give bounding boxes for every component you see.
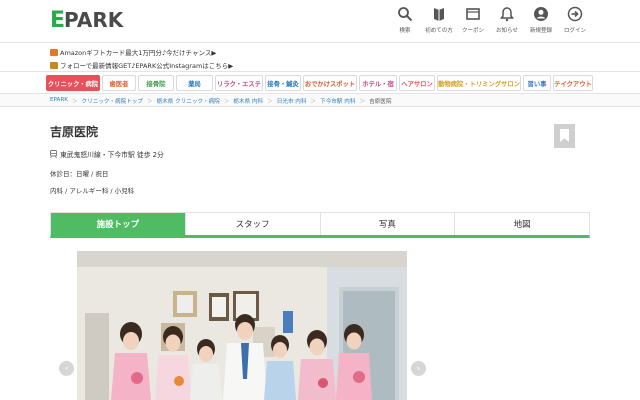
photo-carousel[interactable] bbox=[77, 251, 407, 400]
tab-map-label: 地図 bbox=[513, 220, 531, 230]
promo-banner: Amazonギフトカード最大1万円分♪今だけチャンス▶ フォローで最新情報GET… bbox=[0, 42, 640, 72]
breadcrumb-epark[interactable]: EPARK bbox=[50, 97, 68, 105]
breadcrumb-city-internal[interactable]: 日光市 内科 bbox=[277, 97, 307, 105]
breadcrumb-station-internal[interactable]: 下今市駅 内科 bbox=[320, 97, 355, 105]
nav-news[interactable]: お知らせ bbox=[490, 6, 524, 34]
breadcrumb-separator: ＞ bbox=[359, 99, 366, 105]
category-takeout-label: テイクアウト bbox=[554, 80, 592, 88]
page: E PARK 検索 初めての方 クーポン お知らせ 新規登録 ログイン Amaz… bbox=[0, 0, 640, 400]
category-acupuncture[interactable]: 接骨・鍼灸 bbox=[265, 75, 301, 91]
promo-instagram[interactable]: フォローで最新情報GET♪EPARK公式Instagramはこちら▶ bbox=[50, 60, 233, 70]
nav-search[interactable]: 検索 bbox=[388, 6, 422, 34]
nav-register[interactable]: 新規登録 bbox=[524, 6, 558, 34]
logo-e: E bbox=[50, 7, 65, 33]
breadcrumb-separator: ＞ bbox=[223, 99, 230, 105]
tab-staff[interactable]: スタッフ bbox=[185, 213, 321, 235]
tab-photos-label: 写真 bbox=[378, 220, 396, 230]
category-lessons[interactable]: 習い事 bbox=[523, 75, 551, 91]
user-icon bbox=[534, 7, 548, 21]
staff-photo bbox=[77, 251, 407, 400]
category-relax-label: リラク・エステ bbox=[217, 80, 261, 88]
nav-coupon[interactable]: クーポン bbox=[456, 6, 490, 34]
book-icon bbox=[434, 8, 444, 21]
access-info: 東武鬼怒川線・下今市駅 徒歩 2分 bbox=[50, 149, 164, 159]
closed-days: 休診日：日曜 / 祝日 bbox=[50, 170, 109, 178]
breadcrumb-clinic-top[interactable]: クリニック・病院トップ bbox=[82, 97, 143, 105]
login-icon bbox=[567, 6, 583, 22]
category-hotel-label: ホテル・宿 bbox=[362, 80, 394, 88]
chevron-left-icon: ‹ bbox=[64, 363, 69, 374]
category-dental-label: 歯医者 bbox=[109, 80, 129, 88]
tab-staff-label: スタッフ bbox=[235, 220, 270, 230]
access-text: 東武鬼怒川線・下今市駅 徒歩 2分 bbox=[60, 151, 164, 159]
nav-first-time-label: 初めての方 bbox=[425, 28, 453, 34]
category-pharmacy-label: 薬局 bbox=[188, 80, 201, 88]
carousel-next-button[interactable]: › bbox=[411, 361, 426, 376]
category-outing[interactable]: おでかけスポット bbox=[303, 75, 357, 91]
breadcrumb-separator: ＞ bbox=[267, 99, 273, 105]
nav-login-label: ログイン bbox=[563, 28, 586, 34]
tab-bar: 施設トップ スタッフ 写真 地図 bbox=[50, 212, 590, 238]
breadcrumb-separator: ＞ bbox=[146, 99, 153, 105]
gift-icon bbox=[50, 48, 58, 56]
bell-icon bbox=[500, 7, 514, 22]
promo-amazon[interactable]: Amazonギフトカード最大1万円分♪今だけチャンス▶ bbox=[50, 47, 216, 57]
breadcrumb-prefecture-internal[interactable]: 栃木県 内科 bbox=[233, 97, 263, 105]
chevron-right-icon: › bbox=[416, 363, 421, 374]
nav-first-time[interactable]: 初めての方 bbox=[422, 6, 456, 34]
breadcrumb: EPARK ＞ クリニック・病院トップ＞ 栃木県 クリニック・病院＞ 栃木県 内科… bbox=[0, 93, 640, 107]
promo-amazon-text: Amazonギフトカード最大1万円分♪今だけチャンス▶ bbox=[60, 49, 217, 57]
category-hair-salon[interactable]: ヘアサロン bbox=[399, 75, 435, 91]
category-acupuncture-label: 接骨・鍼灸 bbox=[267, 80, 299, 88]
category-hotel[interactable]: ホテル・宿 bbox=[359, 75, 397, 91]
epark-logo[interactable]: E PARK bbox=[50, 7, 124, 33]
tab-map[interactable]: 地図 bbox=[455, 213, 589, 235]
breadcrumb-separator: ＞ bbox=[71, 99, 78, 105]
category-bonesetter[interactable]: 接骨院 bbox=[138, 75, 174, 91]
page-title: 吉原医院 bbox=[50, 125, 99, 139]
category-relax[interactable]: リラク・エステ bbox=[215, 75, 263, 91]
nav-register-label: 新規登録 bbox=[529, 28, 552, 34]
tab-facility-top[interactable]: 施設トップ bbox=[51, 213, 186, 235]
category-pet-label: 動物病院・トリミングサロン bbox=[438, 80, 520, 88]
train-icon bbox=[50, 150, 57, 158]
category-clinic[interactable]: クリニック・病院 bbox=[46, 75, 100, 91]
promo-instagram-text: フォローで最新情報GET♪EPARK公式Instagramはこちら▶ bbox=[60, 62, 234, 70]
bookmark-icon[interactable] bbox=[554, 124, 575, 148]
category-takeout[interactable]: テイクアウト bbox=[553, 75, 593, 91]
nav-coupon-label: クーポン bbox=[461, 28, 484, 34]
category-pet[interactable]: 動物病院・トリミングサロン bbox=[437, 75, 521, 91]
breadcrumb-prefecture[interactable]: 栃木県 クリニック・病院 bbox=[157, 97, 220, 105]
category-bonesetter-label: 接骨院 bbox=[146, 80, 166, 88]
category-nav: クリニック・病院 歯医者 接骨院 薬局 リラク・エステ 接骨・鍼灸 おでかけスポ… bbox=[46, 75, 593, 91]
breadcrumb-separator: ＞ bbox=[310, 99, 317, 105]
megaphone-icon bbox=[50, 61, 58, 69]
category-pharmacy[interactable]: 薬局 bbox=[176, 75, 213, 91]
category-clinic-label: クリニック・病院 bbox=[47, 80, 99, 88]
carousel-prev-button[interactable]: ‹ bbox=[59, 361, 74, 376]
search-icon bbox=[398, 7, 413, 22]
header: E PARK 検索 初めての方 クーポン お知らせ 新規登録 ログイン bbox=[0, 0, 640, 42]
category-outing-label: おでかけスポット bbox=[304, 80, 356, 88]
nav-search-label: 検索 bbox=[399, 28, 411, 34]
nav-login[interactable]: ログイン bbox=[558, 6, 592, 34]
tab-photos[interactable]: 写真 bbox=[320, 213, 456, 235]
category-dental[interactable]: 歯医者 bbox=[102, 75, 136, 91]
tab-facility-top-label: 施設トップ bbox=[96, 220, 140, 230]
nav-news-label: お知らせ bbox=[496, 28, 518, 34]
category-lessons-label: 習い事 bbox=[527, 80, 547, 88]
logo-park: PARK bbox=[64, 8, 124, 32]
specialties: 内科 / アレルギー科 / 小児科 bbox=[50, 187, 135, 195]
breadcrumb-current: 吉原医院 bbox=[369, 99, 392, 105]
category-hair-salon-label: ヘアサロン bbox=[401, 80, 433, 88]
coupon-icon bbox=[466, 8, 480, 20]
